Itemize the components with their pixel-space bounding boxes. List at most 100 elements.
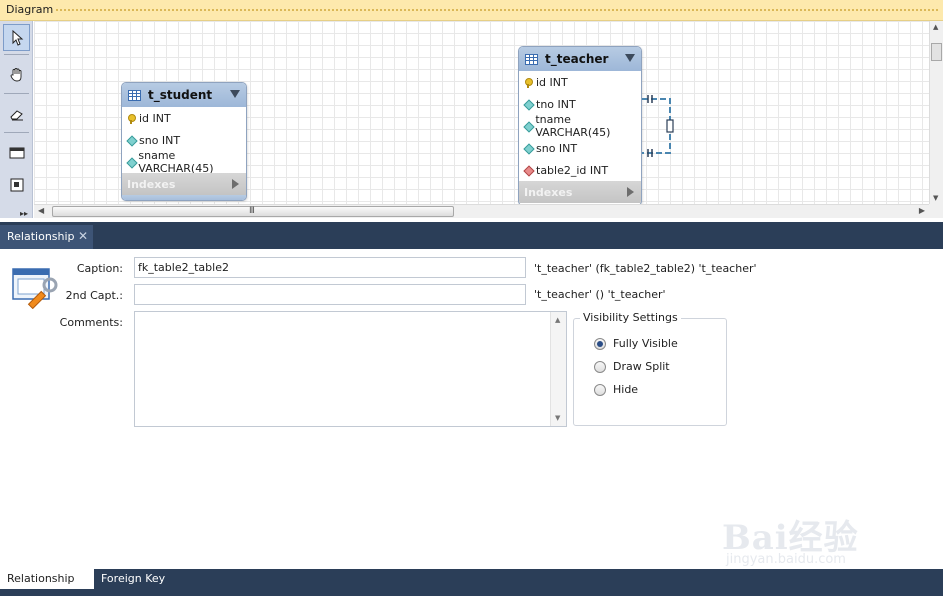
column-diamond-icon — [127, 136, 136, 145]
scroll-up-icon[interactable]: ▲ — [933, 23, 938, 31]
palette-expand-icon[interactable]: ▸▸ — [20, 209, 28, 218]
visibility-settings-group: Visibility Settings Fully Visible Draw S… — [573, 311, 727, 426]
radio-hide[interactable]: Hide — [594, 383, 638, 396]
column-row[interactable]: sname VARCHAR(45) — [122, 149, 246, 175]
tab-relationship-bottom[interactable]: Relationship — [0, 569, 94, 589]
pointer-icon — [12, 29, 23, 46]
note-icon — [10, 178, 23, 191]
radio-button-icon[interactable] — [594, 360, 606, 373]
note-tool[interactable] — [3, 171, 30, 198]
primary-key-icon — [127, 113, 136, 124]
indexes-section[interactable]: Indexes — [122, 173, 246, 195]
tab-label: Relationship — [7, 230, 75, 243]
comments-label: Comments: — [59, 316, 123, 329]
pointer-tool[interactable] — [3, 24, 30, 51]
tab-foreign-key[interactable]: Foreign Key — [94, 569, 172, 589]
diagram-title: Diagram — [6, 3, 54, 16]
scroll-up-icon[interactable]: ▲ — [555, 316, 560, 324]
expand-arrow-icon[interactable] — [627, 187, 634, 197]
editor-tab-bar: Relationship ✕ — [0, 222, 943, 249]
radio-draw-split[interactable]: Draw Split — [594, 360, 670, 373]
column-label: id INT — [139, 111, 171, 125]
column-row[interactable]: sno INT — [519, 137, 641, 159]
baidu-watermark: Bai经验 jingyan.baidu.com — [722, 510, 922, 570]
scroll-left-icon[interactable]: ◀ — [38, 206, 44, 215]
comments-textarea[interactable]: ▲ ▼ — [134, 311, 567, 427]
column-diamond-icon — [524, 144, 533, 153]
primary-key-icon — [524, 77, 533, 88]
tab-relationship[interactable]: Relationship ✕ — [0, 225, 93, 249]
diagram-canvas[interactable]: t_student id INT sno INT sname VARCHAR(4… — [34, 21, 929, 204]
foreign-key-icon — [524, 166, 533, 175]
palette-divider — [4, 93, 29, 94]
visibility-settings-title: Visibility Settings — [580, 311, 681, 324]
scroll-down-icon[interactable]: ▼ — [933, 194, 938, 202]
table-t-teacher[interactable]: t_teacher id INT tno INT tname VARCHAR(4… — [518, 46, 642, 204]
second-caption-label: 2nd Capt.: — [65, 289, 123, 302]
caption-input[interactable]: fk_table2_table2 — [134, 257, 526, 278]
relationship-connector[interactable] — [640, 91, 680, 161]
table-header[interactable]: t_teacher — [519, 47, 641, 71]
horizontal-scrollbar[interactable]: ◀ III ▶ — [34, 204, 929, 218]
hand-icon — [10, 67, 21, 81]
indexes-label: Indexes — [524, 185, 573, 199]
caption-preview: 't_teacher' (fk_table2_table2) 't_teache… — [534, 262, 757, 275]
column-row[interactable]: table2_id INT — [519, 159, 641, 181]
second-caption-preview: 't_teacher' () 't_teacher' — [534, 288, 666, 301]
indexes-section[interactable]: Indexes — [519, 181, 641, 203]
palette-divider — [4, 54, 29, 55]
radio-button-selected-icon[interactable] — [594, 337, 606, 350]
diagram-header: Diagram — [0, 0, 943, 21]
column-label: sno INT — [536, 141, 578, 155]
column-row[interactable]: sno INT — [122, 129, 246, 151]
table-t-student[interactable]: t_student id INT sno INT sname VARCHAR(4… — [121, 82, 247, 201]
column-label: sno INT — [139, 133, 181, 147]
table-icon — [128, 89, 141, 101]
column-label: table2_id INT — [536, 163, 609, 177]
scroll-thumb[interactable]: III — [52, 206, 454, 217]
close-icon[interactable]: ✕ — [78, 229, 88, 243]
scroll-corner — [929, 204, 943, 218]
layer-icon — [9, 147, 24, 158]
comments-scrollbar[interactable]: ▲ ▼ — [550, 312, 566, 426]
column-diamond-icon — [524, 122, 532, 131]
scroll-down-icon[interactable]: ▼ — [555, 414, 560, 422]
column-row[interactable]: tname VARCHAR(45) — [519, 113, 641, 139]
column-label: id INT — [536, 75, 568, 89]
radio-label: Draw Split — [613, 360, 670, 373]
caption-label: Caption: — [76, 262, 123, 275]
collapse-arrow-icon[interactable] — [625, 54, 635, 62]
vertical-scrollbar[interactable]: ▲ ▼ — [929, 21, 943, 204]
column-row[interactable]: id INT — [519, 71, 641, 93]
second-caption-input[interactable] — [134, 284, 526, 305]
collapse-arrow-icon[interactable] — [230, 90, 240, 98]
table-footer — [122, 195, 246, 200]
bottom-tab-bar: Relationship Foreign Key — [0, 569, 943, 596]
radio-label: Hide — [613, 383, 639, 396]
column-diamond-icon — [127, 158, 135, 167]
workbench-window: Diagram ▸▸ t_student id INT sno INT snam… — [0, 0, 943, 596]
hand-tool[interactable] — [3, 61, 30, 88]
layer-tool[interactable] — [3, 139, 30, 166]
table-header[interactable]: t_student — [122, 83, 246, 107]
scroll-right-icon[interactable]: ▶ — [919, 206, 925, 215]
header-grip — [55, 8, 939, 13]
indexes-label: Indexes — [127, 177, 176, 191]
column-label: sname VARCHAR(45) — [138, 149, 214, 175]
table-icon — [525, 53, 538, 65]
column-diamond-icon — [524, 100, 533, 109]
column-row[interactable]: id INT — [122, 107, 246, 129]
scroll-thumb[interactable] — [931, 43, 942, 61]
column-label: tname VARCHAR(45) — [535, 113, 611, 139]
expand-arrow-icon[interactable] — [232, 179, 239, 189]
palette-divider — [4, 132, 29, 133]
eraser-tool[interactable] — [3, 100, 30, 127]
relationship-handle[interactable] — [666, 119, 674, 133]
radio-fully-visible[interactable]: Fully Visible — [594, 337, 678, 350]
radio-button-icon[interactable] — [594, 383, 606, 396]
table-name: t_student — [148, 88, 213, 102]
column-label: tno INT — [536, 97, 576, 111]
radio-label: Fully Visible — [613, 337, 678, 350]
column-row[interactable]: tno INT — [519, 93, 641, 115]
tool-palette: ▸▸ — [0, 21, 33, 218]
